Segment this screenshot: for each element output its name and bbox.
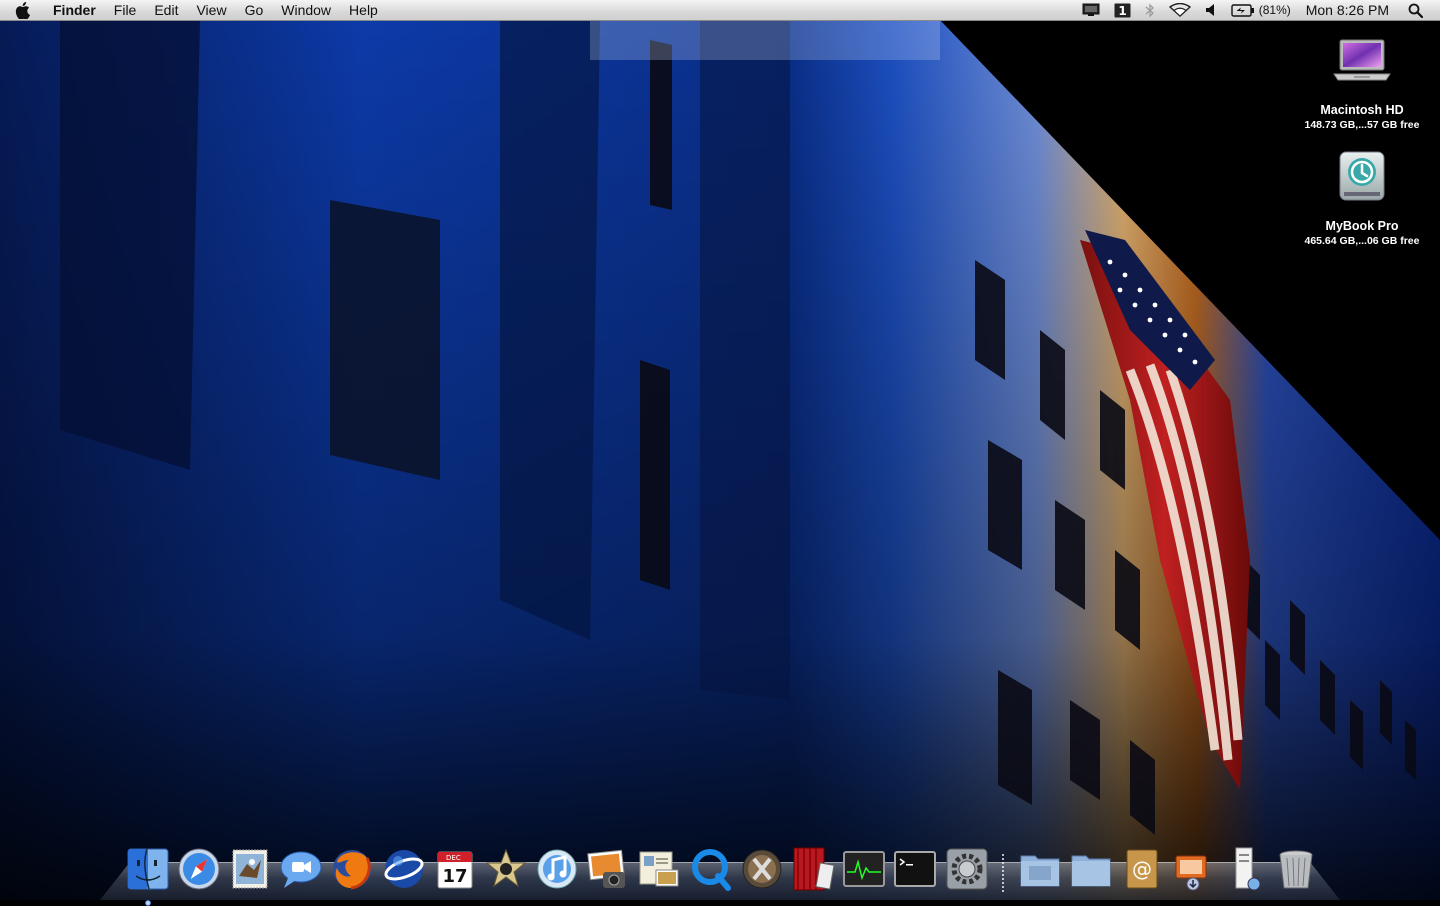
- menu-file[interactable]: File: [105, 0, 146, 21]
- battery-menu[interactable]: (81%): [1224, 0, 1298, 21]
- firefox-icon: [333, 850, 372, 890]
- ical-day: 17: [442, 866, 467, 887]
- applications-folder-icon: [1020, 855, 1060, 887]
- menu-extras: 1 (81%) Mon 8:26 PM: [1075, 0, 1440, 21]
- printer-icon: [1235, 847, 1261, 891]
- documents-folder-icon: [1071, 855, 1111, 887]
- dock-item-trash[interactable]: [1273, 846, 1319, 892]
- menu-bar: Finder File Edit View Go Window Help 1 (…: [0, 0, 1440, 21]
- dock-item-address-book[interactable]: @: [1119, 846, 1165, 892]
- display-mirror-menu[interactable]: [1075, 0, 1107, 21]
- dock-item-downloads[interactable]: [1170, 846, 1216, 892]
- desktop-icon-macintosh-hd[interactable]: Macintosh HD 148.73 GB,...57 GB free: [1292, 30, 1432, 131]
- display-mirror-icon: [1082, 3, 1100, 16]
- menu-help[interactable]: Help: [340, 0, 387, 21]
- ichat-icon: [280, 851, 322, 888]
- input-menu[interactable]: 1: [1107, 0, 1138, 21]
- desktop-icon-label: MyBook Pro: [1325, 219, 1399, 233]
- finder-icon: [127, 848, 169, 890]
- wifi-menu[interactable]: [1162, 0, 1198, 21]
- dock-item-imovie[interactable]: [483, 846, 529, 892]
- desktop-wallpaper: [0, 0, 1440, 900]
- imovie-icon: [485, 848, 527, 888]
- desktop-icon-info: 148.73 GB,...57 GB free: [1304, 119, 1420, 131]
- ical-month: DEC: [446, 854, 461, 862]
- dock-item-documents-folder[interactable]: [1068, 846, 1114, 892]
- battery-percentage: (81%): [1258, 3, 1291, 17]
- quicktime-icon: [691, 849, 731, 891]
- photo-booth-icon: [793, 847, 835, 891]
- apple-menu-button[interactable]: [0, 0, 44, 21]
- itunes-icon: [537, 849, 577, 889]
- terminal-icon: [894, 851, 937, 887]
- laptop-drive-icon: [1333, 39, 1391, 81]
- spotlight-search-icon: [1408, 3, 1423, 18]
- svg-text:@: @: [1132, 857, 1152, 881]
- volume-icon: [1205, 4, 1214, 16]
- dock-item-applications-folder[interactable]: [1017, 846, 1063, 892]
- dock-item-iphoto[interactable]: [585, 846, 631, 892]
- safari-icon: [178, 848, 220, 890]
- dock-item-x11[interactable]: [739, 846, 785, 892]
- wifi-icon: [1168, 3, 1191, 17]
- dock-separator: [1002, 854, 1005, 892]
- google-earth-icon: [383, 850, 424, 888]
- dock-item-preview[interactable]: [636, 846, 682, 892]
- iphoto-icon: [587, 849, 626, 888]
- input-menu-icon: 1: [1114, 3, 1131, 18]
- mail-icon: [232, 849, 268, 889]
- dock-item-system-preferences[interactable]: [944, 846, 990, 892]
- bluetooth-menu[interactable]: [1138, 0, 1162, 21]
- dock-item-activity-monitor[interactable]: [841, 846, 887, 892]
- svg-text:1: 1: [1118, 4, 1126, 18]
- activity-monitor-icon: [843, 851, 886, 887]
- dock-item-photo-booth[interactable]: [790, 846, 836, 892]
- dock-item-safari[interactable]: [176, 846, 222, 892]
- dock-item-ical[interactable]: DEC 17: [432, 846, 478, 892]
- running-indicator: [144, 900, 151, 906]
- desktop-icon-label: Macintosh HD: [1320, 103, 1404, 117]
- volume-menu[interactable]: [1198, 0, 1224, 21]
- dock-item-finder[interactable]: [125, 846, 171, 906]
- system-preferences-icon: [946, 848, 988, 890]
- dock-item-terminal[interactable]: [892, 846, 938, 892]
- bluetooth-icon: [1145, 3, 1154, 17]
- dock-item-itunes[interactable]: [534, 846, 580, 892]
- battery-icon: [1231, 3, 1254, 17]
- dock: DEC 17 @: [122, 832, 1321, 906]
- desktop-icon-info: 465.64 GB,...06 GB free: [1304, 235, 1420, 247]
- desktop-icon-mybook-pro[interactable]: MyBook Pro 465.64 GB,...06 GB free: [1292, 146, 1432, 247]
- dock-item-printer[interactable]: [1222, 846, 1268, 892]
- menu-bar-left: Finder File Edit View Go Window Help: [0, 0, 387, 21]
- address-book-icon: @: [1126, 849, 1158, 889]
- dock-item-quicktime[interactable]: [688, 846, 734, 892]
- menu-edit[interactable]: Edit: [145, 0, 187, 21]
- downloads-stack-icon: [1175, 855, 1207, 891]
- menu-window[interactable]: Window: [272, 0, 340, 21]
- x11-icon: [742, 849, 782, 889]
- time-machine-drive-icon: [1339, 151, 1385, 201]
- dock-item-ichat[interactable]: [278, 846, 324, 892]
- preview-icon: [639, 851, 679, 887]
- apple-icon: [15, 1, 30, 19]
- app-menu-finder[interactable]: Finder: [44, 0, 105, 21]
- dock-item-firefox[interactable]: [329, 846, 375, 892]
- trash-icon: [1279, 850, 1313, 889]
- spotlight-button[interactable]: [1401, 0, 1430, 21]
- ical-icon: DEC 17: [437, 851, 473, 889]
- dock-item-google-earth[interactable]: [381, 846, 427, 892]
- menu-clock[interactable]: Mon 8:26 PM: [1298, 0, 1401, 21]
- dock-item-mail[interactable]: [227, 846, 273, 892]
- menu-view[interactable]: View: [187, 0, 235, 21]
- menu-go[interactable]: Go: [236, 0, 273, 21]
